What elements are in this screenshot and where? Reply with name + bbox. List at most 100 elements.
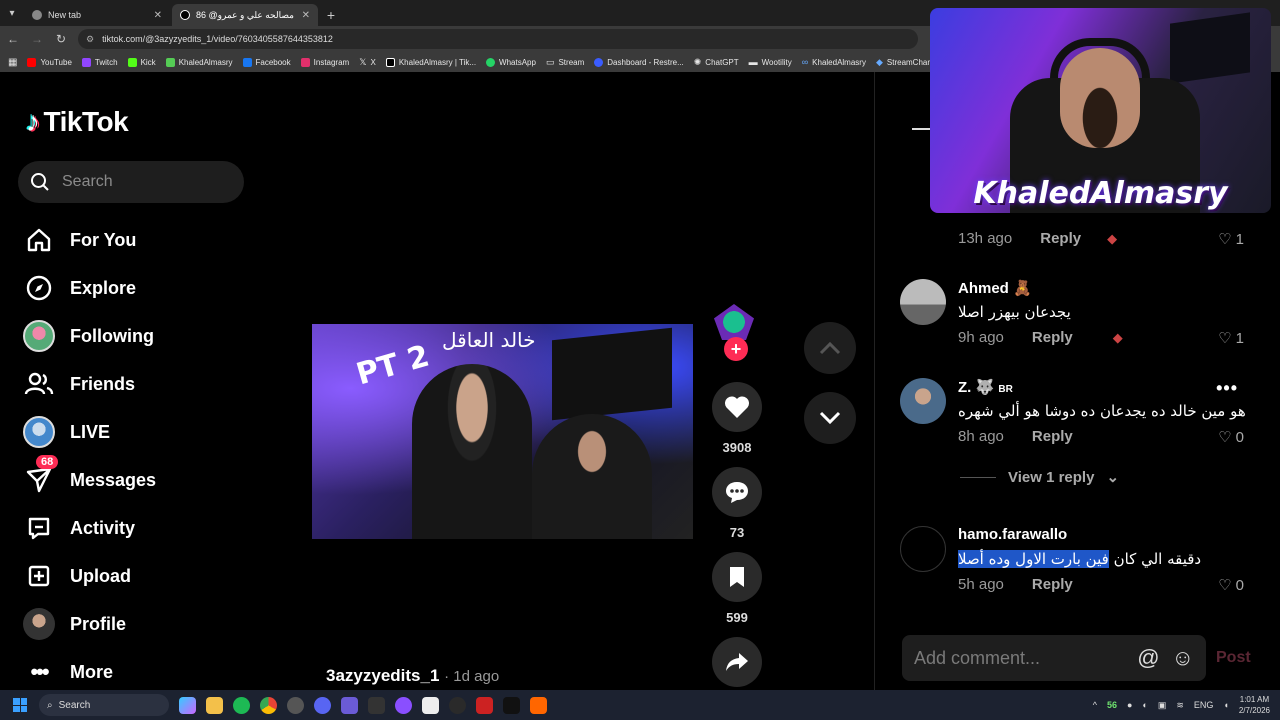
sidebar-item-for-you[interactable]: For You bbox=[22, 216, 242, 264]
chatgpt-icon: ✺ bbox=[693, 56, 702, 67]
volume-icon[interactable]: ◖ bbox=[1223, 700, 1228, 710]
bookmark-youtube[interactable]: YouTube bbox=[27, 57, 72, 67]
forward-icon[interactable]: → bbox=[30, 32, 44, 46]
creator-liked-icon: ◆ bbox=[1112, 329, 1123, 345]
tab-search-button[interactable]: ▾ bbox=[0, 0, 24, 26]
comment-avatar[interactable] bbox=[900, 279, 946, 325]
chevron-up-icon[interactable]: ^ bbox=[1093, 700, 1097, 710]
app-icon[interactable] bbox=[530, 696, 547, 714]
share-action bbox=[710, 637, 764, 687]
tray-icon[interactable]: ▣ bbox=[1158, 700, 1167, 711]
close-icon[interactable]: ✕ bbox=[154, 10, 162, 21]
comment-username[interactable]: hamo.farawallo bbox=[958, 526, 1067, 543]
back-icon[interactable]: ← bbox=[6, 32, 20, 46]
emoji-icon[interactable]: ☺ bbox=[1172, 645, 1194, 671]
bookmark-restream[interactable]: Dashboard - Restre... bbox=[594, 57, 684, 67]
bookmark-tiktok[interactable]: KhaledAlmasry | Tik... bbox=[385, 57, 476, 67]
bookmark-chatgpt[interactable]: ✺ ChatGPT bbox=[694, 57, 739, 68]
bookmark-khaledalmasry[interactable]: KhaledAlmasry bbox=[165, 57, 233, 67]
app-grid-icon[interactable] bbox=[341, 696, 358, 714]
sidebar-item-messages[interactable]: 68 Messages bbox=[22, 455, 242, 504]
comment-username[interactable]: Z. 🐺 BR bbox=[958, 378, 1013, 396]
bookmark-stream[interactable]: ▭ Stream bbox=[546, 57, 584, 68]
comment-like[interactable]: ♡ 0 bbox=[1218, 428, 1244, 447]
app-icon[interactable] bbox=[503, 696, 520, 714]
bookmark-x[interactable]: 𝕏X bbox=[359, 57, 376, 68]
bookmark-khaledalmasry-2[interactable]: ∞ KhaledAlmasry bbox=[802, 57, 866, 67]
copilot-icon[interactable] bbox=[179, 696, 196, 714]
previous-video-button[interactable] bbox=[804, 322, 856, 374]
like-button[interactable] bbox=[712, 382, 762, 432]
tiktok-logo[interactable]: ♪ TikTok bbox=[26, 106, 129, 138]
view-replies-button[interactable]: View 1 reply ⌄ bbox=[960, 468, 1119, 486]
site-info-icon[interactable]: ⚙ bbox=[86, 34, 94, 45]
language-indicator[interactable]: ENG bbox=[1194, 700, 1214, 710]
reply-button[interactable]: Reply bbox=[1032, 576, 1073, 593]
file-explorer-icon[interactable] bbox=[206, 696, 223, 714]
post-button[interactable]: Post bbox=[1216, 649, 1251, 667]
discord-icon[interactable] bbox=[314, 696, 331, 714]
address-bar[interactable]: ⚙ tiktok.com/@3azyzyedits_1/video/760340… bbox=[78, 29, 918, 49]
bookmark-twitch[interactable]: Twitch bbox=[81, 57, 118, 67]
close-icon[interactable]: ✕ bbox=[302, 10, 310, 21]
new-tab-button[interactable]: + bbox=[320, 4, 342, 26]
spotify-icon[interactable] bbox=[233, 696, 250, 714]
bookmark-instagram[interactable]: Instagram bbox=[300, 57, 349, 67]
reply-button[interactable]: Reply bbox=[1032, 329, 1073, 346]
comment-like[interactable]: ♡ 0 bbox=[1218, 576, 1244, 595]
comment-like[interactable]: ♡ 1 bbox=[1218, 329, 1244, 348]
sidebar-item-upload[interactable]: Upload bbox=[22, 552, 242, 600]
apps-icon[interactable]: ▦ bbox=[8, 57, 17, 68]
bookmark-wootility[interactable]: ▬ Wootility bbox=[749, 57, 792, 67]
video-author[interactable]: 3azyzyedits_1 bbox=[326, 666, 439, 685]
comment-like-count: 0 bbox=[1235, 576, 1244, 594]
save-action: 599 bbox=[710, 552, 764, 625]
app-icon[interactable] bbox=[449, 696, 466, 714]
comment-like[interactable]: ♡ 1 bbox=[1218, 230, 1244, 249]
comment-username[interactable]: Ahmed 🧸 bbox=[958, 279, 1032, 297]
taskbar-search[interactable]: ⌕ Search bbox=[39, 694, 169, 716]
share-button[interactable] bbox=[712, 637, 762, 687]
tray-icon[interactable]: ◐ bbox=[1142, 700, 1147, 710]
comment-button[interactable] bbox=[712, 467, 762, 517]
reply-button[interactable]: Reply bbox=[1032, 428, 1073, 445]
save-button[interactable] bbox=[712, 552, 762, 602]
app-icon[interactable] bbox=[422, 696, 439, 714]
app-icon[interactable] bbox=[368, 696, 385, 714]
comment-input[interactable]: Add comment... @ ☺ bbox=[902, 635, 1206, 681]
bookmark-kick[interactable]: Kick bbox=[127, 57, 156, 67]
obs-icon[interactable] bbox=[287, 696, 304, 714]
sidebar-item-live[interactable]: LIVE bbox=[22, 408, 242, 456]
tray-icon[interactable]: ● bbox=[1127, 700, 1132, 710]
tab-tiktok-video[interactable]: مصالحه علي و عمرو@ 86 🔥 ftx ✕ bbox=[172, 4, 318, 26]
comment-avatar[interactable] bbox=[900, 526, 946, 572]
sidebar-item-profile[interactable]: Profile bbox=[22, 600, 242, 648]
app-icon[interactable] bbox=[395, 696, 412, 714]
wifi-icon[interactable]: ≋ bbox=[1176, 700, 1184, 711]
sidebar-item-activity[interactable]: Activity bbox=[22, 504, 242, 552]
app-icon[interactable] bbox=[476, 696, 493, 714]
next-video-button[interactable] bbox=[804, 392, 856, 444]
tab-new-tab[interactable]: New tab ✕ bbox=[24, 4, 170, 26]
sidebar-item-following[interactable]: Following bbox=[22, 312, 242, 360]
sidebar-item-explore[interactable]: Explore bbox=[22, 264, 242, 312]
comment-avatar[interactable] bbox=[900, 378, 946, 424]
chrome-icon[interactable] bbox=[260, 696, 277, 714]
clock[interactable]: 1:01 AM 2/7/2026 bbox=[1239, 694, 1270, 716]
share-icon bbox=[726, 653, 748, 671]
mention-icon[interactable]: @ bbox=[1137, 645, 1159, 671]
video-overlay-title: خالد العاقل bbox=[442, 328, 536, 352]
more-icon: ••• bbox=[30, 659, 49, 684]
bookmark-streamcharts[interactable]: ◆ StreamCharts bbox=[876, 57, 936, 68]
reload-icon[interactable]: ↻ bbox=[54, 32, 68, 46]
video-player[interactable]: خالد العاقل PT 2 bbox=[312, 324, 693, 539]
search-input[interactable]: Search bbox=[18, 161, 244, 203]
sidebar-item-more[interactable]: ••• More bbox=[22, 648, 242, 696]
follow-button[interactable]: + bbox=[724, 337, 748, 361]
windows-start-icon[interactable] bbox=[13, 698, 27, 712]
bookmark-facebook[interactable]: Facebook bbox=[242, 57, 291, 67]
comment-more-button[interactable]: ••• bbox=[1216, 378, 1238, 399]
sidebar-item-friends[interactable]: Friends bbox=[22, 360, 242, 408]
reply-button[interactable]: Reply bbox=[1040, 230, 1081, 247]
bookmark-whatsapp[interactable]: WhatsApp bbox=[486, 57, 536, 67]
